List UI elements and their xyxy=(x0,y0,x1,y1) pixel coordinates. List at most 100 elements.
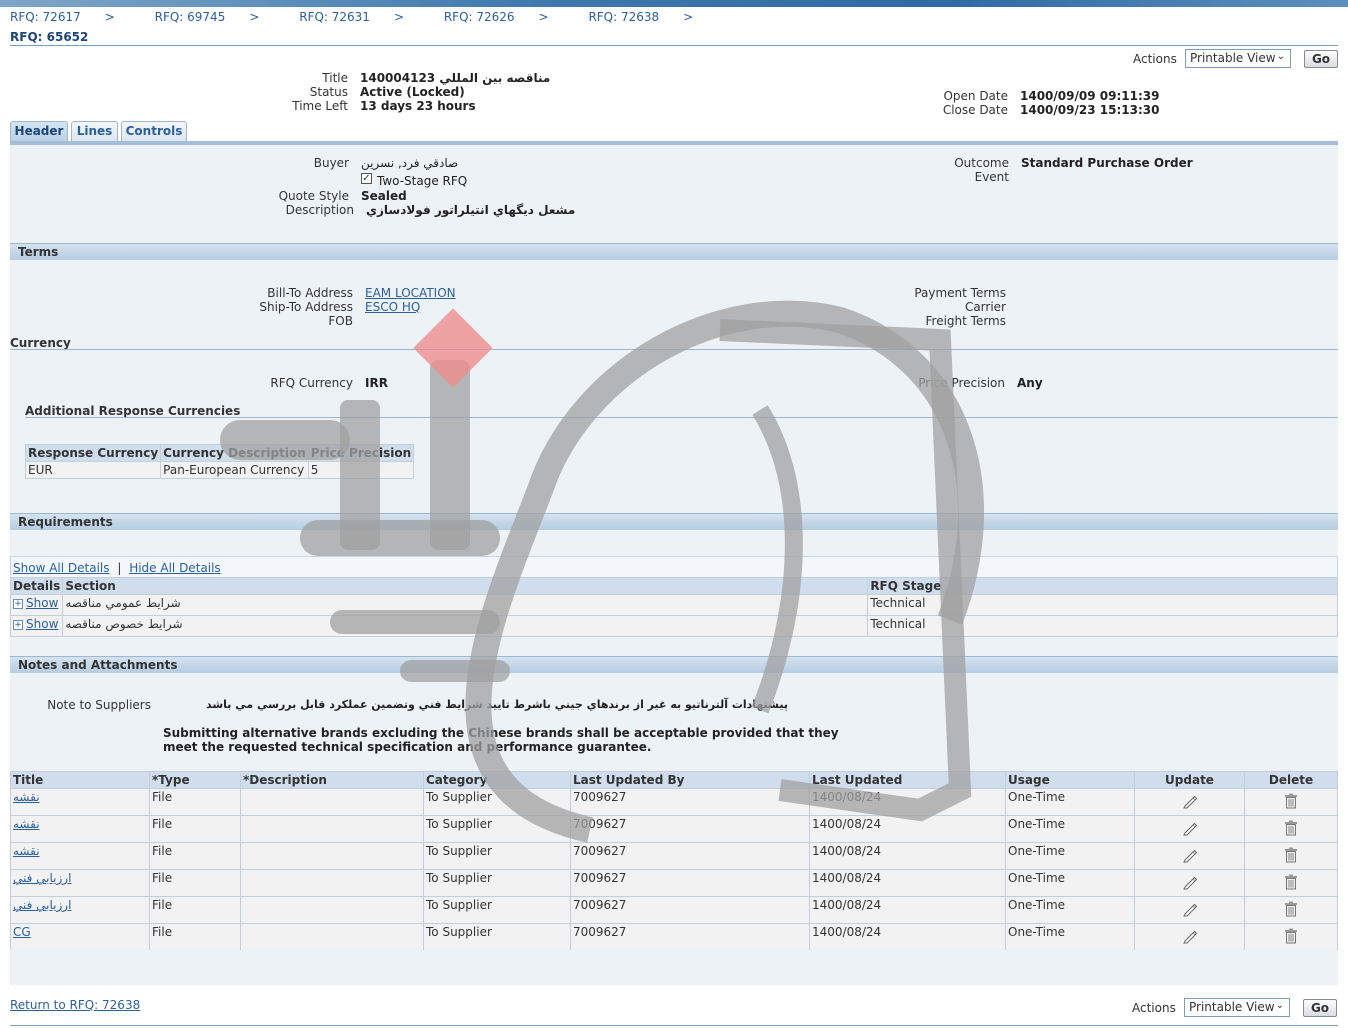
divider xyxy=(10,45,1338,46)
show-details-link[interactable]: Show xyxy=(26,617,58,631)
update-cell xyxy=(1134,788,1245,816)
carrier-label: Carrier xyxy=(964,300,1006,314)
column-header: Details xyxy=(9,577,64,595)
pencil-icon[interactable] xyxy=(1182,903,1198,920)
description-cell xyxy=(240,923,424,951)
update-cell xyxy=(1134,842,1245,870)
trash-icon[interactable] xyxy=(1284,901,1298,920)
tab-header[interactable]: Header xyxy=(10,121,68,142)
attachments-body: نقشه File To Supplier 7009627 1400/08/24 One-… xyxy=(10,788,1338,951)
tab-controls[interactable]: Controls xyxy=(121,121,187,142)
last-updated-by-cell: 7009627 xyxy=(570,896,810,924)
usage-cell: One-Time xyxy=(1005,842,1135,870)
trash-icon[interactable] xyxy=(1284,874,1298,893)
chevron-down-icon: ⌄ xyxy=(1276,51,1285,62)
buyer-label: Buyer xyxy=(313,156,349,170)
top-banner xyxy=(0,0,1348,7)
status-label: Status xyxy=(309,85,348,99)
update-cell xyxy=(1134,923,1245,951)
freight-terms-label: Freight Terms xyxy=(925,314,1007,328)
rfq-currency-value: IRR xyxy=(365,376,388,390)
response-currencies-table: Response Currency Currency Description P… xyxy=(24,444,415,479)
ship-to-link[interactable]: ESCO HQ xyxy=(365,300,420,314)
category-cell: To Supplier xyxy=(423,788,571,816)
last-updated-cell: 1400/08/24 xyxy=(809,842,1006,870)
section-cell: شرايط عمومي مناقصه xyxy=(62,594,869,616)
breadcrumb-item[interactable]: RFQ: 69745 > xyxy=(155,10,278,24)
delete-cell xyxy=(1244,842,1338,870)
tab-lines[interactable]: Lines xyxy=(71,121,118,142)
fob-label: FOB xyxy=(328,314,353,328)
return-link[interactable]: Return to RFQ: 72638 xyxy=(10,998,140,1012)
breadcrumb-item[interactable]: RFQ: 72626 > xyxy=(444,10,567,24)
last-updated-cell: 1400/08/24 xyxy=(809,815,1006,843)
time-left-label: Time Left xyxy=(292,99,348,113)
actions-select[interactable]: Printable View ⌄ xyxy=(1185,49,1291,68)
column-header: Title xyxy=(10,771,150,789)
section-cell: شرايط خصوص مناقصه xyxy=(62,615,869,637)
table-row: CG File To Supplier 7009627 1400/08/24 One-Ti… xyxy=(10,923,1338,951)
update-cell xyxy=(1134,869,1245,897)
pencil-icon[interactable] xyxy=(1182,849,1198,866)
page-title: RFQ: 65652 xyxy=(10,30,89,44)
attachment-title-link[interactable]: CG xyxy=(13,925,31,939)
type-cell: File xyxy=(149,923,241,951)
panel-footer xyxy=(10,950,1338,985)
attachment-title-link[interactable]: نقشه xyxy=(13,817,40,831)
table-row: ارزيابي فني File To Supplier 7009627 1400/08… xyxy=(10,869,1338,897)
separator: | xyxy=(117,561,122,575)
last-updated-by-cell: 7009627 xyxy=(570,842,810,870)
bill-to-link[interactable]: EAM LOCATION xyxy=(365,286,456,300)
response-currency-cell: EUR xyxy=(24,461,162,479)
attachment-title-link[interactable]: نقشه xyxy=(13,790,40,804)
plus-box-icon[interactable]: + xyxy=(13,619,23,630)
trash-icon[interactable] xyxy=(1284,793,1298,812)
breadcrumb-item[interactable]: RFQ: 72631 > xyxy=(299,10,422,24)
usage-cell: One-Time xyxy=(1005,869,1135,897)
table-header-row: Title *Type *Description Category Last U… xyxy=(10,771,1338,789)
category-cell: To Supplier xyxy=(423,923,571,951)
pencil-icon[interactable] xyxy=(1182,930,1198,947)
payment-terms-label: Payment Terms xyxy=(914,286,1006,300)
trash-icon[interactable] xyxy=(1284,820,1298,839)
pencil-icon[interactable] xyxy=(1182,822,1198,839)
column-header: Response Currency xyxy=(24,444,162,462)
delete-cell xyxy=(1244,923,1338,951)
pencil-icon[interactable] xyxy=(1182,795,1198,812)
column-header: Update xyxy=(1134,771,1245,789)
column-header: RFQ Stage xyxy=(867,577,1338,595)
category-cell: To Supplier xyxy=(423,842,571,870)
price-precision-label: Price Precision xyxy=(918,376,1005,390)
usage-cell: One-Time xyxy=(1005,788,1135,816)
show-details-link[interactable]: Show xyxy=(26,596,58,610)
actions-label: Actions xyxy=(1133,52,1177,66)
delete-cell xyxy=(1244,788,1338,816)
go-button[interactable]: Go xyxy=(1304,50,1338,68)
table-row: نقشه File To Supplier 7009627 1400/08/24 One-… xyxy=(10,815,1338,843)
description-value: مشعل ديگهاي انتيلراتور فولادسازي xyxy=(366,203,576,217)
usage-cell: One-Time xyxy=(1005,923,1135,951)
show-all-details-link[interactable]: Show All Details xyxy=(13,561,110,575)
notes-section-header: Notes and Attachments xyxy=(10,656,1338,673)
hide-all-details-link[interactable]: Hide All Details xyxy=(129,561,220,575)
note-to-suppliers-label: Note to Suppliers xyxy=(47,698,151,712)
attachment-title-link[interactable]: ارزيابي فني xyxy=(13,871,71,885)
pencil-icon[interactable] xyxy=(1182,876,1198,893)
column-header: *Type xyxy=(149,771,241,789)
trash-icon[interactable] xyxy=(1284,928,1298,947)
column-header: Last Updated xyxy=(809,771,1006,789)
breadcrumb-item[interactable]: RFQ: 72638 > xyxy=(588,10,711,24)
actions-select-value: Printable View xyxy=(1189,1000,1275,1014)
description-cell xyxy=(240,869,424,897)
go-button[interactable]: Go xyxy=(1303,999,1337,1017)
attachment-title-link[interactable]: ارزيابي فني xyxy=(13,898,71,912)
attachment-title-link[interactable]: نقشه xyxy=(13,844,40,858)
actions-select[interactable]: Printable View ⌄ xyxy=(1184,998,1290,1017)
note-persian-text: پيشنهادات آلترناتيو به غير از برندهاي جي… xyxy=(205,698,788,711)
open-date-label: Open Date xyxy=(943,89,1008,103)
trash-icon[interactable] xyxy=(1284,847,1298,866)
breadcrumb-item[interactable]: RFQ: 72617 > xyxy=(10,10,133,24)
breadcrumb: RFQ: 72617 > RFQ: 69745 > RFQ: 72631 > RFQ:… xyxy=(10,10,729,26)
plus-box-icon[interactable]: + xyxy=(13,598,23,609)
table-row: نقشه File To Supplier 7009627 1400/08/24 One-… xyxy=(10,842,1338,870)
